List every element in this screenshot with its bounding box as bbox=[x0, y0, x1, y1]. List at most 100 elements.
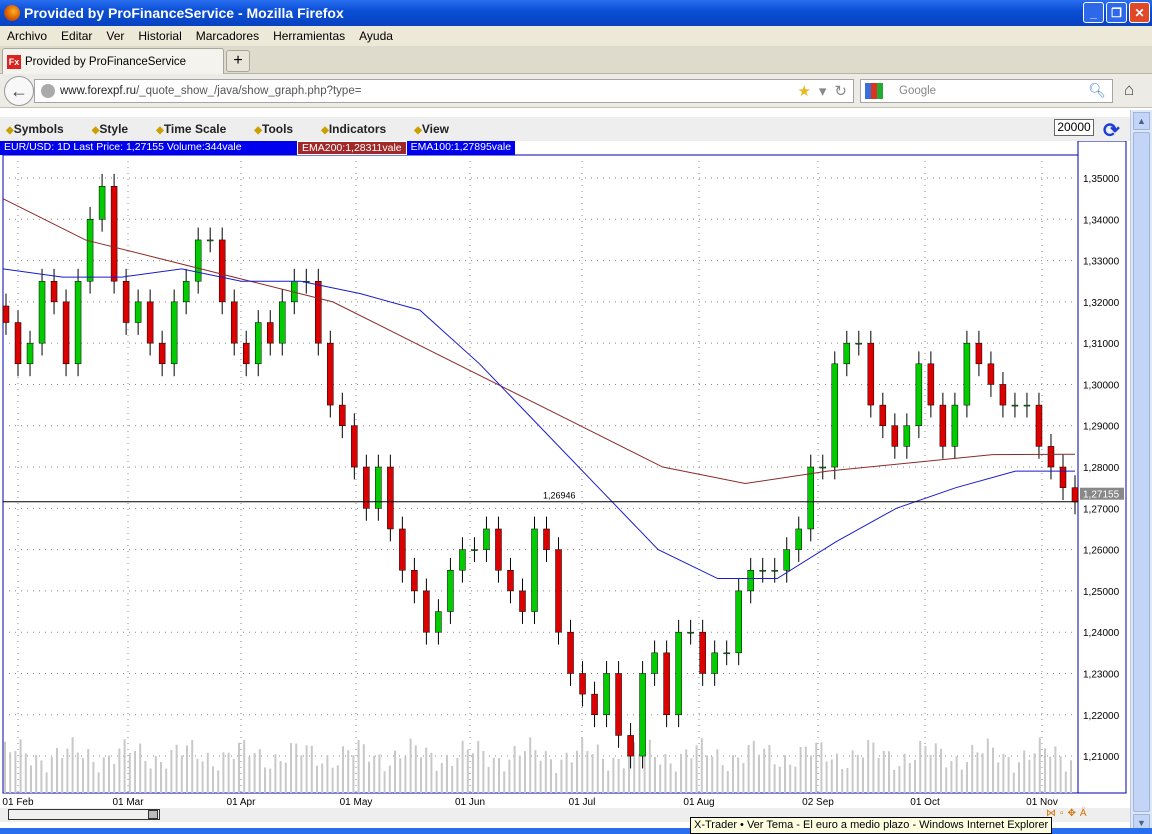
candle-body bbox=[26, 342, 34, 365]
candle-body bbox=[975, 342, 983, 365]
menu-editar[interactable]: Editar bbox=[54, 29, 99, 43]
minimize-button[interactable]: _ bbox=[1083, 2, 1104, 23]
time-scrollbar[interactable] bbox=[8, 809, 160, 820]
y-tick-label: 1,22000 bbox=[1083, 711, 1120, 722]
chart-tool-icons[interactable]: ⋈▫✥Ä bbox=[1046, 808, 1091, 819]
chart-area[interactable]: 1,35000 1,34000 1,33000 1,32000 1,31000 1,300… bbox=[0, 140, 1130, 821]
candle-body bbox=[471, 549, 478, 551]
price-info: EUR/USD: 1D Last Price: 1,27155 Volume:3… bbox=[0, 141, 297, 155]
candle-body bbox=[435, 611, 442, 633]
candle-body bbox=[483, 528, 490, 550]
browser-tab[interactable]: Fx Provided by ProFinanceService bbox=[2, 48, 224, 74]
menu-view[interactable]: ◆View bbox=[414, 122, 449, 136]
dropdown-icon[interactable]: ▾ bbox=[819, 82, 827, 100]
candle-body bbox=[86, 219, 94, 282]
menu-herramientas[interactable]: Herramientas bbox=[266, 29, 352, 43]
x-tick-label: 01 Nov bbox=[1026, 797, 1058, 808]
candle-body bbox=[122, 280, 130, 323]
search-icon[interactable]: 🔍︎ bbox=[1088, 82, 1106, 99]
candle-body bbox=[50, 280, 58, 303]
y-tick-label: 1,27000 bbox=[1083, 504, 1120, 515]
candle-body bbox=[747, 570, 754, 592]
x-tick-label: 01 Jun bbox=[455, 797, 485, 808]
candle-body bbox=[915, 363, 923, 426]
candle-body bbox=[627, 735, 634, 757]
maximize-button[interactable]: ❐ bbox=[1106, 2, 1127, 23]
reload-icon[interactable]: ↻ bbox=[834, 82, 847, 100]
url-path: /_quote_show_/java/show_graph.php?type= bbox=[136, 85, 362, 97]
address-bar[interactable]: www.forexpf.ru/_quote_show_/java/show_gr… bbox=[34, 79, 854, 103]
price-annotation: 1,26946 bbox=[543, 491, 576, 501]
x-tick-label: 01 Apr bbox=[227, 797, 257, 808]
candle-body bbox=[351, 425, 358, 468]
scroll-thumb[interactable] bbox=[1133, 132, 1150, 812]
home-icon[interactable]: ⌂ bbox=[1124, 80, 1134, 100]
ema200-info: EMA200:1,28311vale bbox=[297, 141, 407, 155]
candle-body bbox=[1071, 487, 1079, 503]
menu-time-scale[interactable]: ◆Time Scale bbox=[156, 122, 226, 136]
menu-style[interactable]: ◆Style bbox=[92, 122, 128, 136]
new-tab-button[interactable]: + bbox=[226, 50, 250, 72]
refresh-icon[interactable]: ⟳ bbox=[1103, 118, 1120, 143]
menu-symbols[interactable]: ◆Symbols bbox=[6, 122, 64, 136]
candle-body bbox=[1035, 404, 1043, 447]
google-icon[interactable] bbox=[865, 83, 883, 99]
x-tick-label: 01 Aug bbox=[683, 797, 714, 808]
menu-tools[interactable]: ◆Tools bbox=[254, 122, 293, 136]
candle-body bbox=[531, 528, 538, 612]
candle-body bbox=[339, 404, 346, 426]
bars-count-input[interactable]: 20000 bbox=[1054, 119, 1094, 136]
menu-ayuda[interactable]: Ayuda bbox=[352, 29, 400, 43]
candle-body bbox=[759, 570, 766, 572]
y-tick-label: 1,26000 bbox=[1083, 546, 1120, 557]
candle-body bbox=[831, 363, 839, 468]
chart-info-strip: EUR/USD: 1D Last Price: 1,27155 Volume:3… bbox=[0, 141, 516, 155]
candle-body bbox=[315, 280, 322, 344]
y-tick-label: 1,32000 bbox=[1083, 298, 1120, 309]
menu-indicators[interactable]: ◆Indicators bbox=[321, 122, 386, 136]
candle-body bbox=[735, 590, 742, 654]
candle-body bbox=[507, 570, 514, 592]
candle-body bbox=[411, 570, 418, 592]
tab-label: Provided by ProFinanceService bbox=[25, 55, 187, 68]
candle-body bbox=[98, 186, 106, 220]
bookmark-star-icon[interactable]: ★ bbox=[797, 82, 810, 100]
candle-body bbox=[879, 404, 887, 426]
candle-body bbox=[134, 301, 142, 323]
candle-body bbox=[327, 342, 334, 406]
candle-body bbox=[699, 631, 706, 674]
candle-body bbox=[807, 466, 815, 530]
candle-body bbox=[579, 673, 586, 695]
menu-bar: Archivo Editar Ver Historial Marcadores … bbox=[0, 26, 1152, 46]
menu-archivo[interactable]: Archivo bbox=[0, 29, 54, 43]
candle-body bbox=[783, 549, 790, 571]
candle-body bbox=[651, 652, 658, 674]
candle-body bbox=[242, 342, 250, 365]
y-tick-label: 1,29000 bbox=[1083, 422, 1120, 433]
candle-body bbox=[771, 570, 778, 572]
menu-historial[interactable]: Historial bbox=[131, 29, 188, 43]
candlestick-chart[interactable]: 1,35000 1,34000 1,33000 1,32000 1,31000 1,300… bbox=[0, 140, 1130, 821]
scroll-up-icon[interactable]: ▲ bbox=[1133, 112, 1150, 130]
candle-body bbox=[543, 528, 550, 550]
candle-body bbox=[1059, 466, 1067, 488]
back-button[interactable]: ← bbox=[4, 76, 34, 106]
site-favicon: Fx bbox=[7, 54, 21, 69]
candle-body bbox=[194, 239, 202, 282]
candle-body bbox=[206, 239, 214, 242]
y-tick-label: 1,30000 bbox=[1083, 380, 1120, 391]
vertical-scrollbar[interactable]: ▲ ▼ bbox=[1130, 110, 1152, 834]
time-scroll-thumb[interactable] bbox=[148, 810, 158, 819]
tab-bar: Fx Provided by ProFinanceService + bbox=[0, 46, 1152, 74]
candle-body bbox=[591, 693, 598, 716]
menu-ver[interactable]: Ver bbox=[99, 29, 131, 43]
menu-marcadores[interactable]: Marcadores bbox=[189, 29, 266, 43]
search-box[interactable]: Google 🔍︎ bbox=[860, 79, 1113, 103]
candle-body bbox=[675, 631, 682, 716]
close-button[interactable]: ✕ bbox=[1129, 2, 1150, 23]
candle-body bbox=[62, 301, 70, 365]
candle-body bbox=[519, 590, 526, 612]
candle-body bbox=[987, 363, 995, 385]
candle-body bbox=[74, 280, 82, 365]
ema100-info: EMA100:1,27895vale bbox=[406, 141, 516, 155]
